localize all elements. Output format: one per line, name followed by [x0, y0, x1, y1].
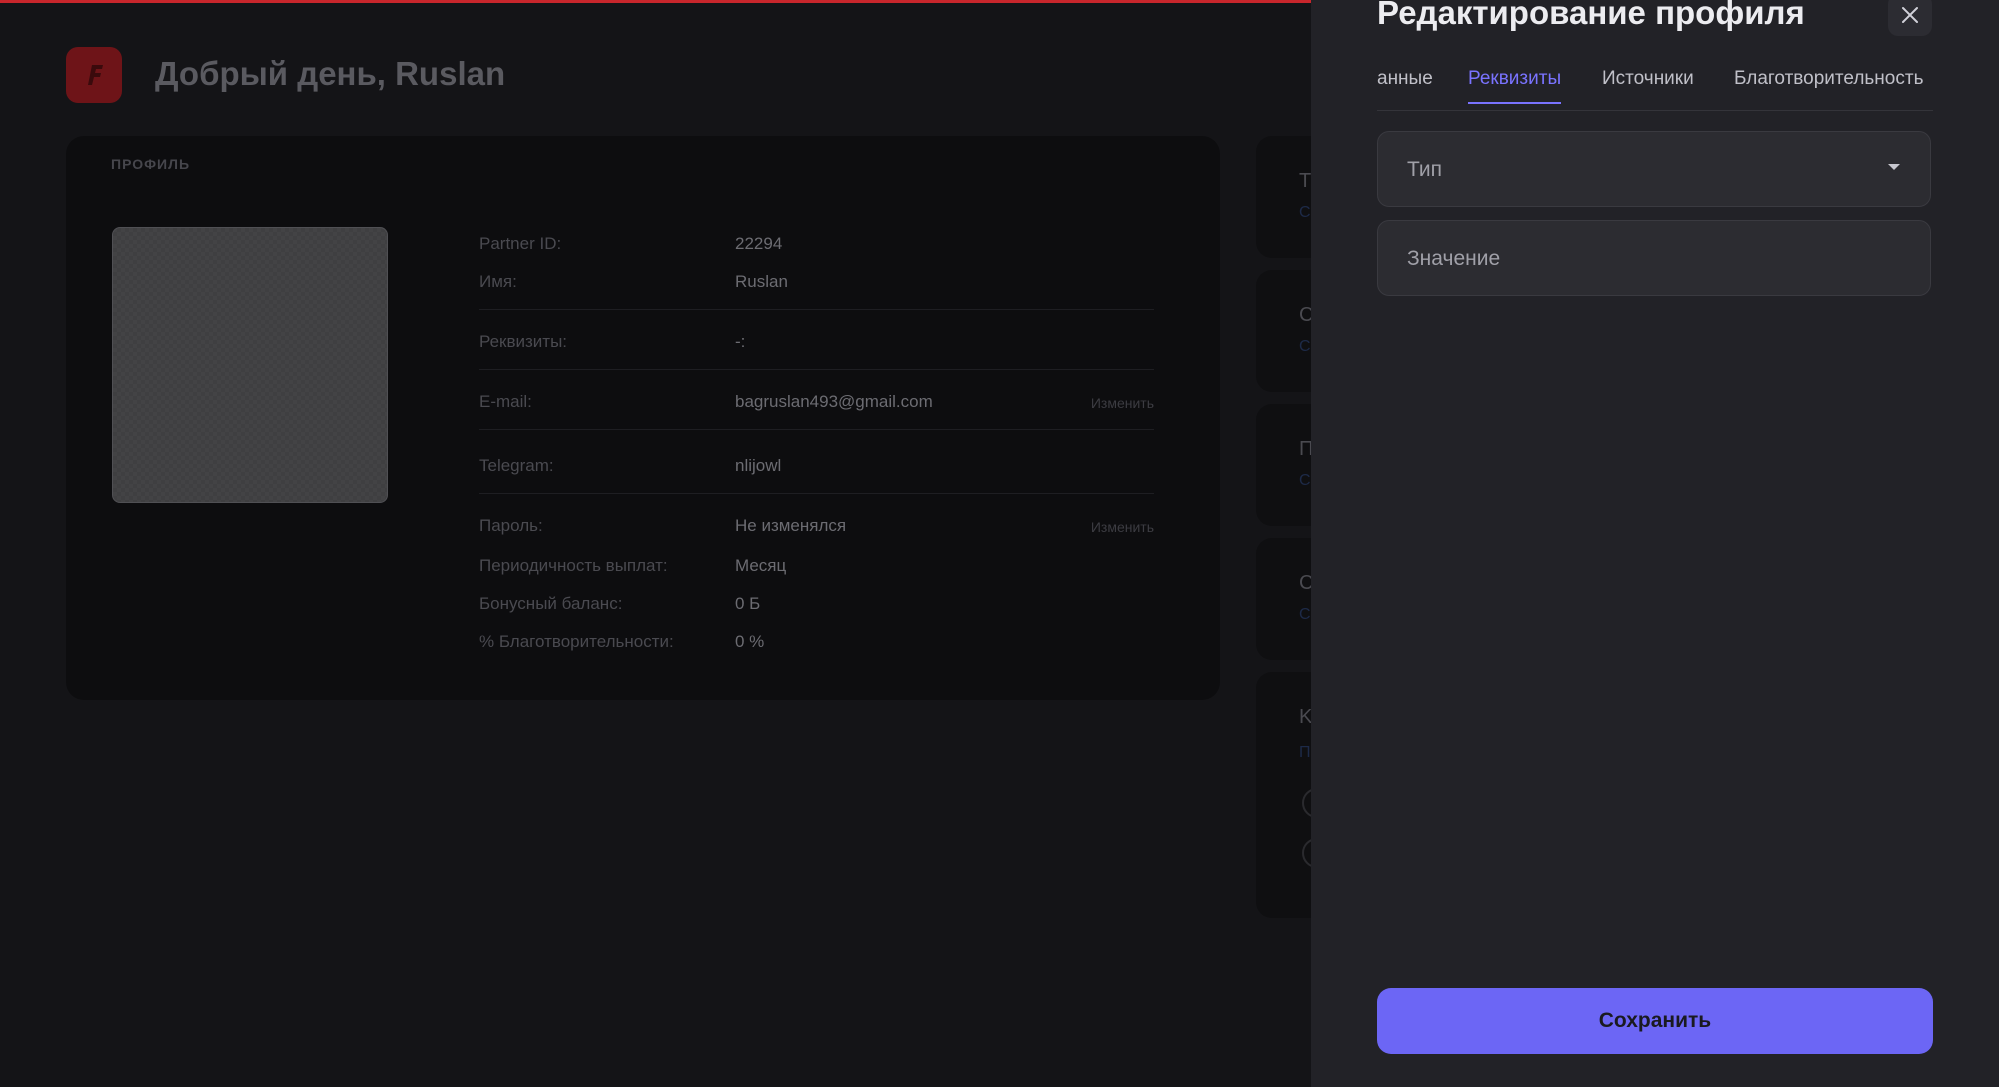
row-name: Имя: Ruslan: [479, 262, 1154, 300]
divider: [479, 429, 1154, 430]
profile-info: Partner ID: 22294 Имя: Ruslan Реквизиты:…: [479, 224, 1154, 660]
label: E-mail:: [479, 392, 532, 411]
divider: [479, 369, 1154, 370]
row-payout-period: Периодичность выплат: Месяц: [479, 546, 1154, 584]
top-accent-bar: [0, 0, 1312, 3]
value-input[interactable]: Значение: [1377, 220, 1931, 296]
value: 0 %: [735, 632, 765, 651]
avatar-placeholder[interactable]: [112, 227, 388, 503]
side-card-sub: C: [1299, 472, 1311, 489]
value-input-placeholder: Значение: [1407, 247, 1501, 270]
value: bagruslan493@gmail.com: [735, 392, 933, 411]
value: 0 Б: [735, 594, 761, 613]
divider: [479, 309, 1154, 310]
drawer-title: Редактирование профиля: [1377, 0, 1805, 31]
greeting-title: Добрый день, Ruslan: [155, 55, 506, 92]
value: 22294: [735, 234, 783, 253]
value: -:: [735, 332, 746, 351]
label: % Благотворительности:: [479, 632, 674, 651]
tab-sources[interactable]: Источники: [1602, 68, 1694, 102]
row-bonus-balance: Бонусный баланс: 0 Б: [479, 584, 1154, 622]
logo-f-icon: [88, 65, 103, 85]
row-password: Пароль: Не изменялся Изменить: [479, 506, 1154, 544]
label: Бонусный баланс:: [479, 594, 623, 613]
save-button[interactable]: Сохранить: [1377, 988, 1933, 1054]
label: Telegram:: [479, 456, 554, 475]
side-card-sub: C: [1299, 606, 1311, 623]
page: Добрый день, Ruslan ПРОФИЛЬ Partner ID: …: [0, 0, 1999, 1087]
row-email: E-mail: bagruslan493@gmail.com Изменить: [479, 382, 1154, 420]
app-logo[interactable]: [66, 47, 122, 103]
close-button[interactable]: [1888, 0, 1932, 36]
tab-charity[interactable]: Благотворительность: [1734, 68, 1923, 102]
change-email-link[interactable]: Изменить: [1091, 395, 1154, 411]
side-card-sub: C: [1299, 338, 1311, 355]
caret-down-icon: [1888, 164, 1900, 170]
side-card-sub: C: [1299, 204, 1311, 221]
side-card-heading: T: [1299, 170, 1312, 192]
side-card-sub: П: [1299, 744, 1311, 761]
edit-profile-drawer: Редактирование профиля анные Реквизиты И…: [1311, 0, 1999, 1087]
change-password-link[interactable]: Изменить: [1091, 519, 1154, 535]
label: Partner ID:: [479, 234, 562, 253]
row-requisites: Реквизиты: -:: [479, 322, 1154, 360]
value: nlijowl: [735, 456, 782, 475]
label: Имя:: [479, 272, 517, 291]
row-partner-id: Partner ID: 22294: [479, 224, 1154, 262]
close-icon: [1902, 7, 1918, 23]
divider: [479, 493, 1154, 494]
drawer-tabs: анные Реквизиты Источники Благотворитель…: [1377, 62, 1933, 111]
label: Периодичность выплат:: [479, 556, 668, 575]
value: Не изменялся: [735, 516, 847, 535]
profile-card: ПРОФИЛЬ Partner ID: 22294 Имя: Ruslan Ре…: [66, 136, 1220, 700]
profile-caption: ПРОФИЛЬ: [111, 156, 191, 172]
value: Ruslan: [735, 272, 788, 291]
type-select[interactable]: Тип: [1377, 131, 1931, 207]
dashboard-background: Добрый день, Ruslan ПРОФИЛЬ Partner ID: …: [0, 0, 1376, 1087]
row-charity-percent: % Благотворительности: 0 %: [479, 622, 1154, 660]
tab-data[interactable]: анные: [1377, 68, 1433, 102]
value: Месяц: [735, 556, 787, 575]
label: Реквизиты:: [479, 332, 568, 351]
tab-requisites[interactable]: Реквизиты: [1468, 68, 1562, 104]
type-select-placeholder: Тип: [1407, 158, 1443, 181]
row-telegram: Telegram: nlijowl: [479, 446, 1154, 484]
label: Пароль:: [479, 516, 543, 535]
